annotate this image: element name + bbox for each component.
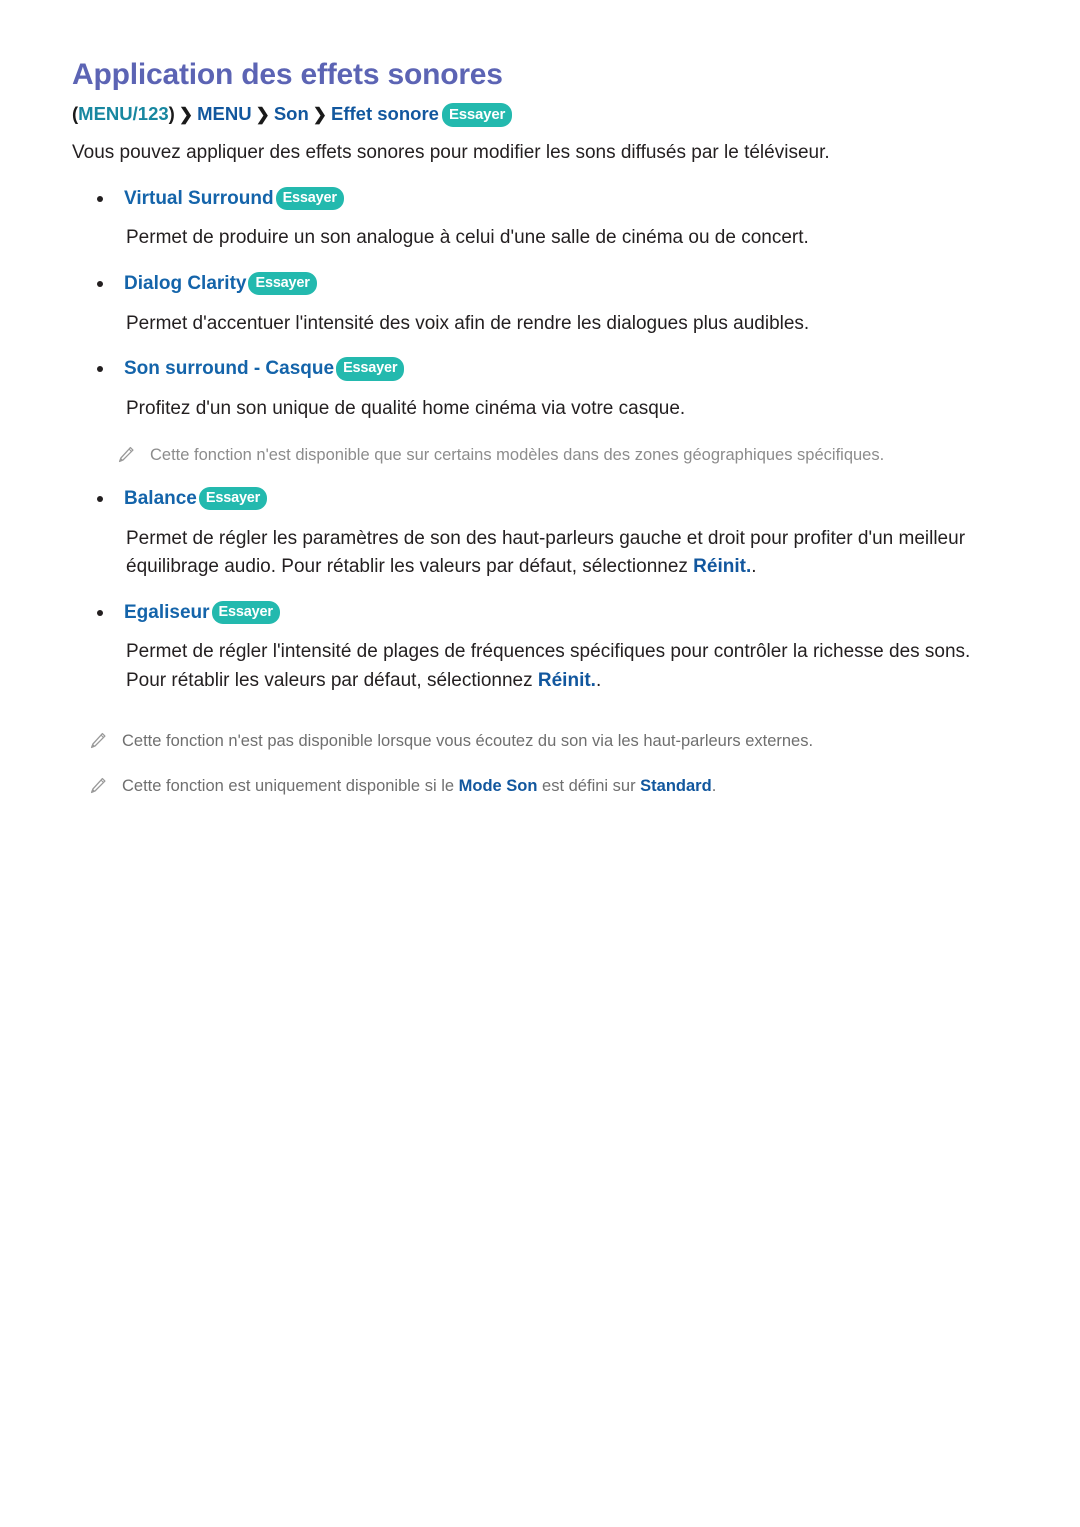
item-label: Son surround - Casque (124, 358, 335, 380)
pencil-icon (116, 445, 136, 465)
reset-link[interactable]: Réinit. (693, 556, 751, 577)
item-label: Egaliseur (124, 601, 210, 623)
item-label: Balance (124, 487, 197, 509)
intro-paragraph: Vous pouvez appliquer des effets sonores… (72, 142, 830, 164)
try-badge[interactable]: Essayer (211, 600, 280, 625)
chevron-right-icon: ❯ (178, 104, 194, 124)
description-text-end: . (595, 669, 602, 691)
item-heading-son-surround-casque: Son surround - Casque Essayer (124, 356, 1008, 382)
list-item: Dialog Clarity Essayer (72, 271, 1008, 297)
breadcrumb-item-menu123[interactable]: MENU/123 (78, 103, 168, 124)
sound-effects-list: Virtual Surround Essayer Permet de produi… (72, 186, 1008, 695)
breadcrumb: (MENU/123) ❯ MENU ❯ Son ❯ Effet sonore Essayer (72, 100, 1008, 128)
item-description: Permet d'accentuer l'intensité des voix … (126, 312, 810, 334)
item-heading-dialog-clarity: Dialog Clarity Essayer (124, 271, 1008, 297)
note-row: Cette fonction est uniquement disponible… (72, 774, 1008, 799)
document-page: Application des effets sonores (MENU/123… (0, 0, 1080, 1527)
list-item: Virtual Surround Essayer (72, 186, 1008, 212)
breadcrumb-item-menu[interactable]: MENU (197, 103, 251, 124)
try-badge[interactable]: Essayer (336, 357, 405, 381)
try-badge[interactable]: Essayer (275, 186, 344, 211)
list-item: Balance Essayer (72, 486, 1008, 512)
note-text: Cette fonction est uniquement disponible… (122, 776, 459, 795)
pencil-icon (88, 776, 108, 796)
breadcrumb-item-son[interactable]: Son (274, 103, 309, 124)
item-description: Permet de régler les paramètres de son d… (72, 525, 1008, 582)
note-text: Cette fonction n'est disponible que sur … (150, 446, 885, 465)
reset-link[interactable]: Réinit. (538, 670, 596, 691)
description-text: Permet de régler les paramètres de son d… (126, 527, 966, 578)
note-text: Cette fonction n'est pas disponible lors… (122, 732, 814, 751)
try-badge[interactable]: Essayer (248, 271, 317, 296)
breadcrumb-item-effet-sonore[interactable]: Effet sonore (331, 103, 439, 124)
item-description: Permet de produire un son analogue à cel… (126, 227, 809, 249)
item-label: Virtual Surround (124, 187, 274, 209)
mode-son-link[interactable]: Mode Son (459, 777, 538, 795)
chevron-right-icon: ❯ (255, 104, 270, 124)
note-text: . (711, 776, 717, 795)
pencil-icon (88, 731, 108, 751)
item-heading-egaliseur: Egaliseur Essayer (124, 600, 1008, 626)
item-label: Dialog Clarity (124, 272, 247, 294)
try-badge[interactable]: Essayer (198, 486, 268, 511)
standard-link[interactable]: Standard (640, 777, 712, 795)
item-description: Permet de régler l'intensité de plages d… (72, 638, 1008, 695)
page-title: Application des effets sonores (72, 58, 503, 91)
chevron-right-icon: ❯ (312, 104, 328, 124)
breadcrumb-close-paren: ) (168, 102, 175, 124)
item-heading-virtual-surround: Virtual Surround Essayer (124, 186, 1008, 212)
list-item: Son surround - Casque Essayer (72, 356, 1008, 382)
try-badge[interactable]: Essayer (441, 102, 513, 127)
note-row: Cette fonction n'est pas disponible lors… (72, 729, 1008, 754)
item-heading-balance: Balance Essayer (124, 486, 1008, 512)
item-description: Profitez d'un son unique de qualité home… (126, 397, 686, 419)
note-text: est défini sur (537, 776, 641, 795)
note-row: Cette fonction n'est disponible que sur … (72, 443, 1008, 468)
list-item: Egaliseur Essayer (72, 600, 1008, 626)
description-text-end: . (751, 556, 757, 578)
